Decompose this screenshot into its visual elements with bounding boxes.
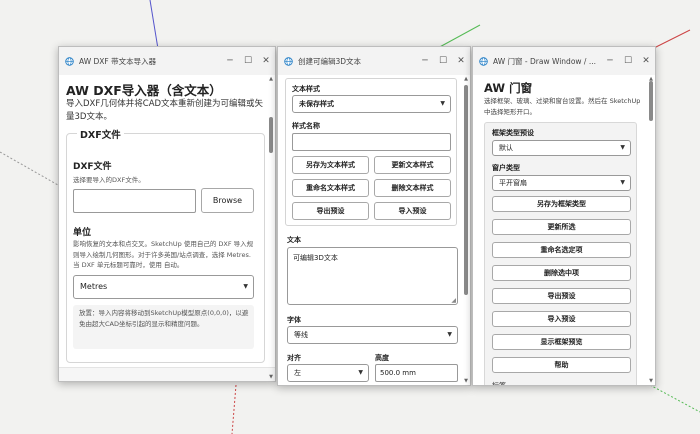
scroll-thumb[interactable]	[649, 81, 653, 121]
style-label: 文本样式	[292, 85, 320, 93]
text-area[interactable]: 可编辑3D文本 ◢	[287, 247, 458, 305]
update-text-style-button[interactable]: 更新文本样式	[374, 156, 451, 174]
unit-value: Metres	[80, 282, 108, 291]
chevron-down-icon: ▼	[447, 331, 452, 338]
page-title: AW 门窗	[484, 81, 533, 95]
axis-green-dotted	[649, 384, 700, 413]
chevron-down-icon: ▼	[243, 283, 248, 290]
browse-button[interactable]: Browse	[201, 188, 254, 213]
height-label: 高度	[375, 354, 389, 362]
window-title: 创建可编辑3D文本	[298, 56, 362, 66]
title-bar: 创建可编辑3D文本 ─ ☐ ✕	[278, 47, 470, 75]
height-input[interactable]: 500.0 mm	[375, 364, 458, 382]
chevron-down-icon: ▼	[620, 179, 625, 186]
rename-selected-button[interactable]: 重命名选定项	[492, 242, 631, 258]
style-select[interactable]: 未保存样式 ▼	[292, 95, 451, 113]
maximize-icon[interactable]: ☐	[239, 56, 257, 66]
bottom-section-label: 标签	[492, 381, 506, 385]
close-icon[interactable]: ✕	[257, 56, 275, 66]
app-globe-icon	[479, 56, 488, 66]
update-selected-button[interactable]: 更新所选	[492, 219, 631, 235]
preset-label: 框架类型预设	[492, 129, 534, 137]
rename-text-style-button[interactable]: 重命名文本样式	[292, 179, 369, 197]
window-tool-window: AW 门窗 - Draw Window / ... ─ ☐ ✕ AW 门窗 选择框架…	[472, 46, 656, 386]
axis-gray-dotted	[0, 151, 59, 186]
scroll-thumb[interactable]	[464, 85, 468, 295]
window-title: AW DXF 带文本导入器	[79, 56, 157, 66]
vertical-scrollbar[interactable]: ▲ ▼	[462, 75, 470, 385]
unit-description: 影响恢复的文本和点交叉。SketchUp 使用自己的 DXF 导入规则导入绘制几…	[73, 240, 254, 269]
style-name-input[interactable]	[292, 133, 451, 151]
dxf-importer-window: AW DXF 带文本导入器 ─ ☐ ✕ AW DXF导入器（含文本） 导入DXF几何…	[58, 46, 276, 382]
unit-select[interactable]: Metres ▼	[73, 275, 254, 299]
save-frame-type-button[interactable]: 另存为框架类型	[492, 196, 631, 212]
help-button[interactable]: 帮助	[492, 357, 631, 373]
placement-note: 放置：导入内容将移动到SketchUp模型原点(0,0,0)，以避免由超大CAD…	[79, 309, 249, 328]
file-label: DXF文件	[73, 162, 112, 172]
dxf-file-input[interactable]	[73, 189, 196, 213]
text-label: 文本	[287, 236, 301, 244]
save-text-style-button[interactable]: 另存为文本样式	[292, 156, 369, 174]
footer-bar	[59, 367, 275, 381]
title-bar: AW 门窗 - Draw Window / ... ─ ☐ ✕	[473, 47, 655, 75]
minimize-icon[interactable]: ─	[601, 56, 619, 66]
scroll-thumb[interactable]	[269, 117, 273, 153]
type-label: 窗户类型	[492, 164, 520, 172]
height-value: 500.0 mm	[380, 369, 416, 377]
style-value: 未保存样式	[299, 100, 334, 108]
window-title: AW 门窗 - Draw Window / ...	[493, 56, 596, 66]
align-value: 左	[294, 369, 301, 377]
font-value: 等线	[294, 331, 308, 339]
chevron-down-icon: ▼	[358, 369, 363, 376]
app-globe-icon	[65, 56, 74, 66]
maximize-icon[interactable]: ☐	[434, 56, 452, 66]
export-preset-button[interactable]: 导出预设	[492, 288, 631, 304]
chevron-down-icon: ▼	[620, 144, 625, 151]
font-select[interactable]: 等线 ▼	[287, 326, 458, 344]
intro-text: 选择框架、玻璃、过梁和窗台设置。然后在 SketchUp中选择矩形开口。	[484, 97, 641, 116]
text-area-value: 可编辑3D文本	[293, 254, 338, 262]
preset-value: 默认	[499, 144, 513, 152]
minimize-icon[interactable]: ─	[221, 56, 239, 66]
unit-label: 单位	[73, 228, 92, 238]
page-title: AW DXF导入器（含文本）	[66, 83, 222, 98]
vertical-scrollbar[interactable]: ▲ ▼	[647, 75, 655, 385]
delete-selected-button[interactable]: 删除选中项	[492, 265, 631, 281]
axis-red-dotted	[231, 384, 237, 434]
minimize-icon[interactable]: ─	[416, 56, 434, 66]
delete-text-style-button[interactable]: 删除文本样式	[374, 179, 451, 197]
import-preset-button[interactable]: 导入预设	[374, 202, 451, 220]
import-preset-button[interactable]: 导入预设	[492, 311, 631, 327]
style-name-label: 样式名称	[292, 122, 320, 130]
create-text-window: 创建可编辑3D文本 ─ ☐ ✕ 文本样式 未保存样式 ▼ 样式名称 另存为文本样式 …	[277, 46, 471, 386]
close-icon[interactable]: ✕	[452, 56, 470, 66]
export-preset-button[interactable]: 导出预设	[292, 202, 369, 220]
type-value: 平开窗扇	[499, 179, 527, 187]
intro-text: 导入DXF几何体并将CAD文本重新创建为可编辑或矢量3D文本。	[66, 99, 264, 122]
maximize-icon[interactable]: ☐	[619, 56, 637, 66]
align-select[interactable]: 左 ▼	[287, 364, 369, 382]
align-label: 对齐	[287, 354, 301, 362]
file-hint: 选择要导入的DXF文件。	[73, 176, 145, 184]
font-label: 字体	[287, 316, 301, 324]
resize-grip-icon[interactable]: ◢	[451, 297, 456, 304]
chevron-down-icon: ▼	[440, 100, 445, 107]
app-globe-icon	[284, 56, 293, 66]
preset-select[interactable]: 默认 ▼	[492, 140, 631, 156]
show-frame-preview-button[interactable]: 显示框架预览	[492, 334, 631, 350]
title-bar: AW DXF 带文本导入器 ─ ☐ ✕	[59, 47, 275, 75]
close-icon[interactable]: ✕	[637, 56, 655, 66]
section-title: DXF文件	[77, 127, 124, 141]
type-select[interactable]: 平开窗扇 ▼	[492, 175, 631, 191]
vertical-scrollbar[interactable]: ▲ ▼	[267, 75, 275, 381]
